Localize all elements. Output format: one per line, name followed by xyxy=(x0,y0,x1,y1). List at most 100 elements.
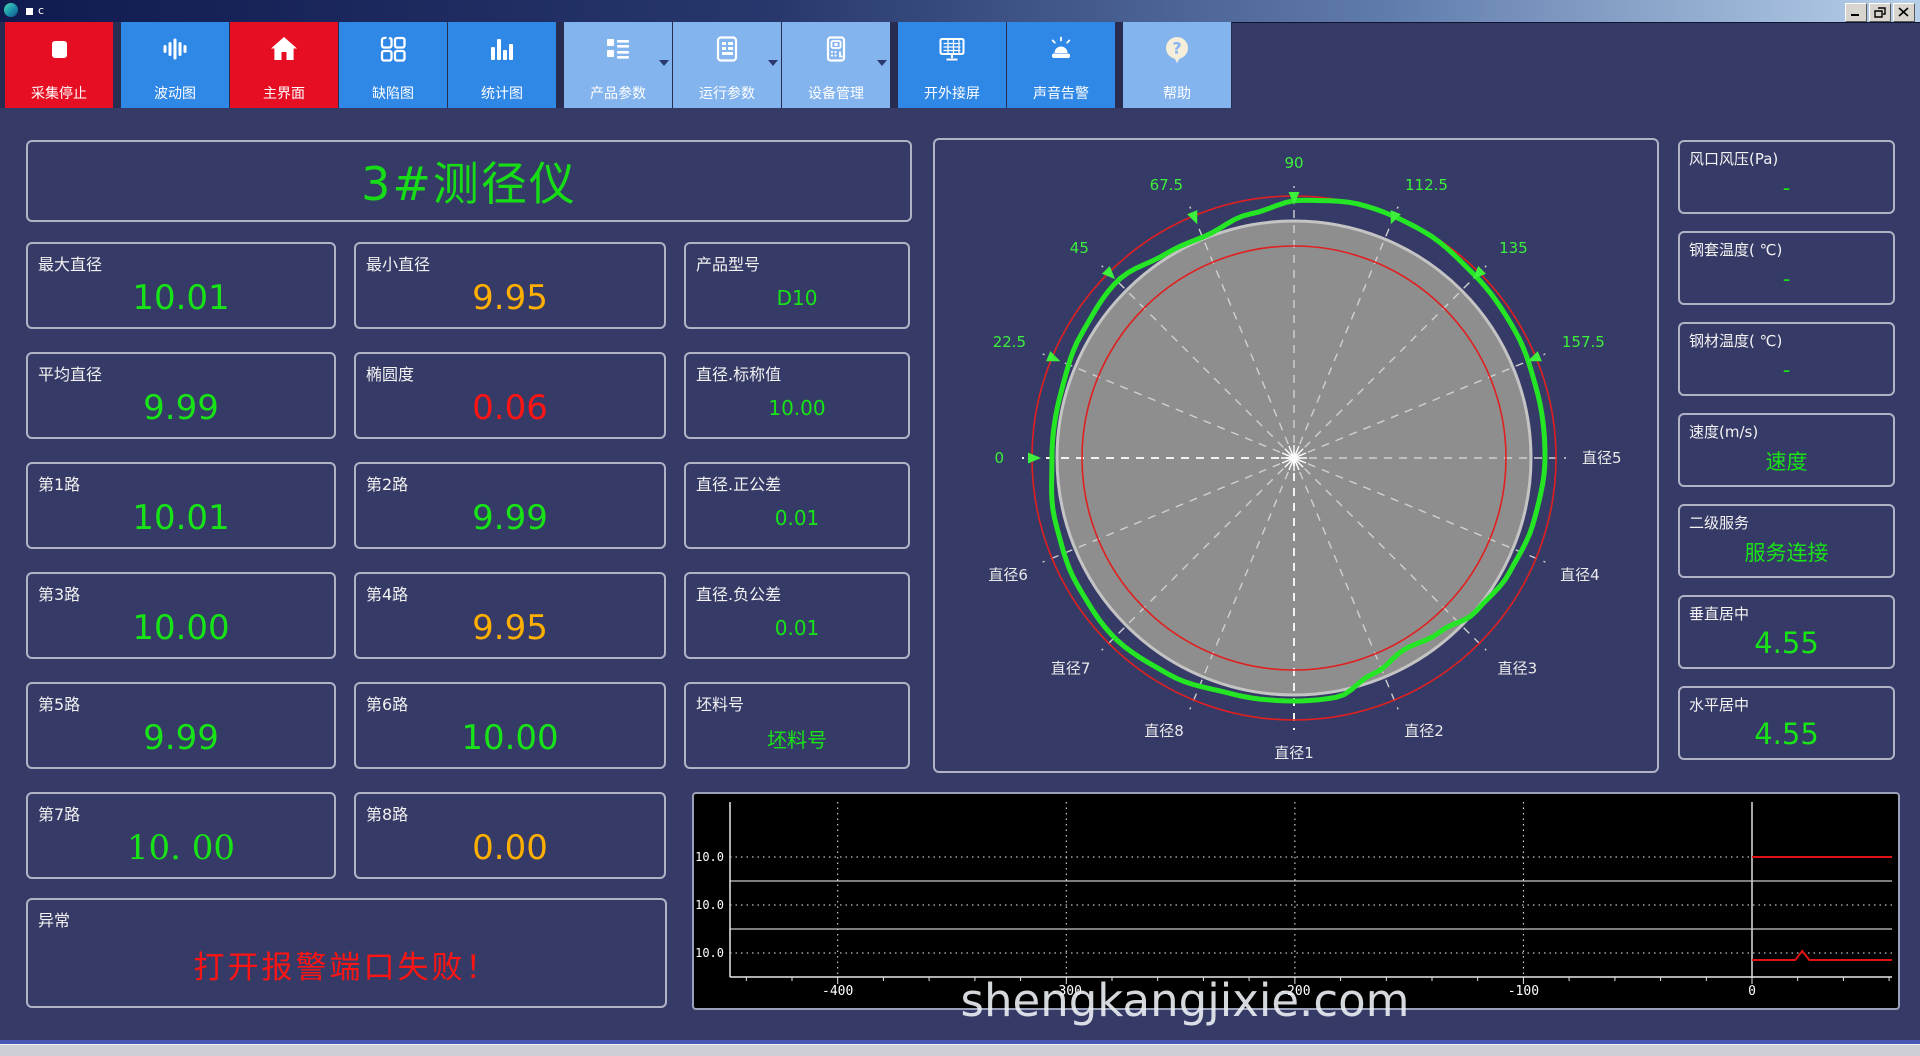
chevron-down-icon[interactable] xyxy=(877,60,887,66)
toolbar-button-stats-chart[interactable]: 统计图 xyxy=(448,22,556,108)
metric-cell-4: 平均直径9.99 xyxy=(26,352,336,439)
toolbar-button-label: 主界面 xyxy=(263,86,305,102)
metric-cell-15: 坯料号坯料号 xyxy=(684,682,910,769)
metric-cell-12: 直径.负公差0.01 xyxy=(684,572,910,659)
toolbar-button-run-params[interactable]: 运行参数 xyxy=(673,22,781,108)
svg-text:直径6: 直径6 xyxy=(988,566,1028,584)
metric-cell-8: 第2路9.99 xyxy=(354,462,666,549)
home-icon xyxy=(269,34,299,68)
watermark: shengkangjixie.com xyxy=(905,974,1465,1027)
svg-text:10.0: 10.0 xyxy=(695,946,724,960)
metric-value: 9.99 xyxy=(28,379,334,437)
toolbar-button-label: 帮助 xyxy=(1163,86,1191,102)
toolbar-button-sound-alarm[interactable]: 声音告警 xyxy=(1007,22,1115,108)
toolbar-button-stop-capture[interactable]: 采集停止 xyxy=(5,22,113,108)
metric-value: D10 xyxy=(686,269,908,327)
svg-text:直径7: 直径7 xyxy=(1051,660,1091,678)
window-title: c xyxy=(38,4,44,17)
toolbar-button-label: 产品参数 xyxy=(590,86,646,102)
metric-cell-10: 第3路10.00 xyxy=(26,572,336,659)
restore-icon xyxy=(1874,7,1886,18)
app-logo-icon xyxy=(4,3,18,17)
stats-icon xyxy=(487,34,517,68)
product-icon xyxy=(603,34,633,68)
status-cell-1: 风口风压(Pa)- xyxy=(1678,140,1895,214)
toolbar-button-help[interactable]: ? 帮助 xyxy=(1123,22,1231,108)
metric-value: 10.01 xyxy=(28,269,334,327)
toolbar-button-defect-chart[interactable]: 缺陷图 xyxy=(339,22,447,108)
svg-text:67.5: 67.5 xyxy=(1150,176,1183,194)
metric-value: 9.99 xyxy=(356,489,664,547)
metric-cell-14: 第6路10.00 xyxy=(354,682,666,769)
wave-icon xyxy=(160,34,190,68)
toolbar-button-label: 缺陷图 xyxy=(372,86,414,102)
status-panel: 风口风压(Pa)-钢套温度( ℃)-钢材温度( ℃)-速度(m/s)速度二级服务… xyxy=(1678,140,1895,760)
svg-text:直径8: 直径8 xyxy=(1144,722,1184,740)
toolbar-buttons: 采集停止 波动图 主界面 缺陷图 统计图产品参数 运行参数 设备管理 开外接屏声音告警? 帮助 xyxy=(0,22,1232,108)
chevron-down-icon[interactable] xyxy=(768,60,778,66)
status-cell-5: 二级服务服务连接 xyxy=(1678,504,1895,578)
svg-text:-100: -100 xyxy=(1508,984,1539,999)
defect-icon xyxy=(378,34,408,68)
status-cell-4: 速度(m/s)速度 xyxy=(1678,413,1895,487)
toolbar-button-label: 设备管理 xyxy=(808,86,864,102)
metric-cell-17: 第8路0.00 xyxy=(354,792,666,879)
metric-value: 10.00 xyxy=(686,379,908,437)
status-value: - xyxy=(1680,345,1893,394)
help-icon: ? xyxy=(1162,34,1192,68)
metric-value: 0.06 xyxy=(356,379,664,437)
metric-value: 10.00 xyxy=(356,709,664,767)
svg-text:0: 0 xyxy=(1748,984,1756,999)
minimize-icon xyxy=(1850,7,1862,18)
taskbar-strip xyxy=(0,1044,1920,1056)
alarm-message: 打开报警端口失败！ xyxy=(28,923,665,1006)
svg-text:直径2: 直径2 xyxy=(1404,722,1444,740)
chevron-down-icon[interactable] xyxy=(659,60,669,66)
toolbar-button-external-screen[interactable]: 开外接屏 xyxy=(898,22,1006,108)
metrics-grid: 最大直径10.01最小直径9.95产品型号D10平均直径9.99椭圆度0.06直… xyxy=(26,242,910,879)
status-value: 服务连接 xyxy=(1680,527,1893,576)
gauge-title: 3#测径仪 xyxy=(361,148,577,214)
metric-cell-1: 最大直径10.01 xyxy=(26,242,336,329)
minimize-button[interactable] xyxy=(1845,3,1867,22)
polar-chart: 022.54567.590112.5135157.5直径5直径4直径3直径2直径… xyxy=(935,140,1657,771)
device-icon xyxy=(821,34,851,68)
status-cell-3: 钢材温度( ℃)- xyxy=(1678,322,1895,396)
alarm-box: 异常 打开报警端口失败！ xyxy=(26,898,667,1008)
status-value: 4.55 xyxy=(1680,709,1893,758)
toolbar-button-product-params[interactable]: 产品参数 xyxy=(564,22,672,108)
metric-cell-9: 直径.正公差0.01 xyxy=(684,462,910,549)
svg-text:直径3: 直径3 xyxy=(1498,660,1538,678)
svg-text:?: ? xyxy=(1172,39,1181,58)
toolbar-button-main-screen[interactable]: 主界面 xyxy=(230,22,338,108)
screen-icon xyxy=(937,34,967,68)
window-titlebar: c xyxy=(0,0,1920,23)
svg-text:10.0: 10.0 xyxy=(695,898,724,912)
toolbar-button-device-manage[interactable]: 设备管理 xyxy=(782,22,890,108)
svg-text:直径5: 直径5 xyxy=(1582,449,1622,467)
svg-text:90: 90 xyxy=(1284,154,1303,172)
metric-value: 0.01 xyxy=(686,489,908,547)
polar-chart-panel: 022.54567.590112.5135157.5直径5直径4直径3直径2直径… xyxy=(933,138,1659,773)
svg-text:112.5: 112.5 xyxy=(1405,176,1448,194)
svg-text:45: 45 xyxy=(1070,239,1089,257)
status-value: - xyxy=(1680,254,1893,303)
metric-cell-5: 椭圆度0.06 xyxy=(354,352,666,439)
alarm-icon xyxy=(1046,34,1076,68)
metric-value: 坯料号 xyxy=(686,709,908,767)
close-icon xyxy=(1898,7,1910,18)
metric-cell-2: 最小直径9.95 xyxy=(354,242,666,329)
stop-icon xyxy=(44,34,74,68)
svg-text:0: 0 xyxy=(994,449,1004,467)
toolbar: 采集停止 波动图 主界面 缺陷图 统计图产品参数 运行参数 设备管理 开外接屏声音告警? 帮助 xyxy=(0,22,1920,108)
svg-text:10.0: 10.0 xyxy=(695,850,724,864)
toolbar-button-wave-chart[interactable]: 波动图 xyxy=(121,22,229,108)
metric-value: 10. 00 xyxy=(28,819,334,877)
svg-text:157.5: 157.5 xyxy=(1562,333,1605,351)
close-button[interactable] xyxy=(1893,3,1915,22)
restore-button[interactable] xyxy=(1869,3,1891,22)
toolbar-button-label: 采集停止 xyxy=(31,86,87,102)
toolbar-button-label: 波动图 xyxy=(154,86,196,102)
window-controls xyxy=(1845,3,1915,22)
toolbar-button-label: 运行参数 xyxy=(699,86,755,102)
